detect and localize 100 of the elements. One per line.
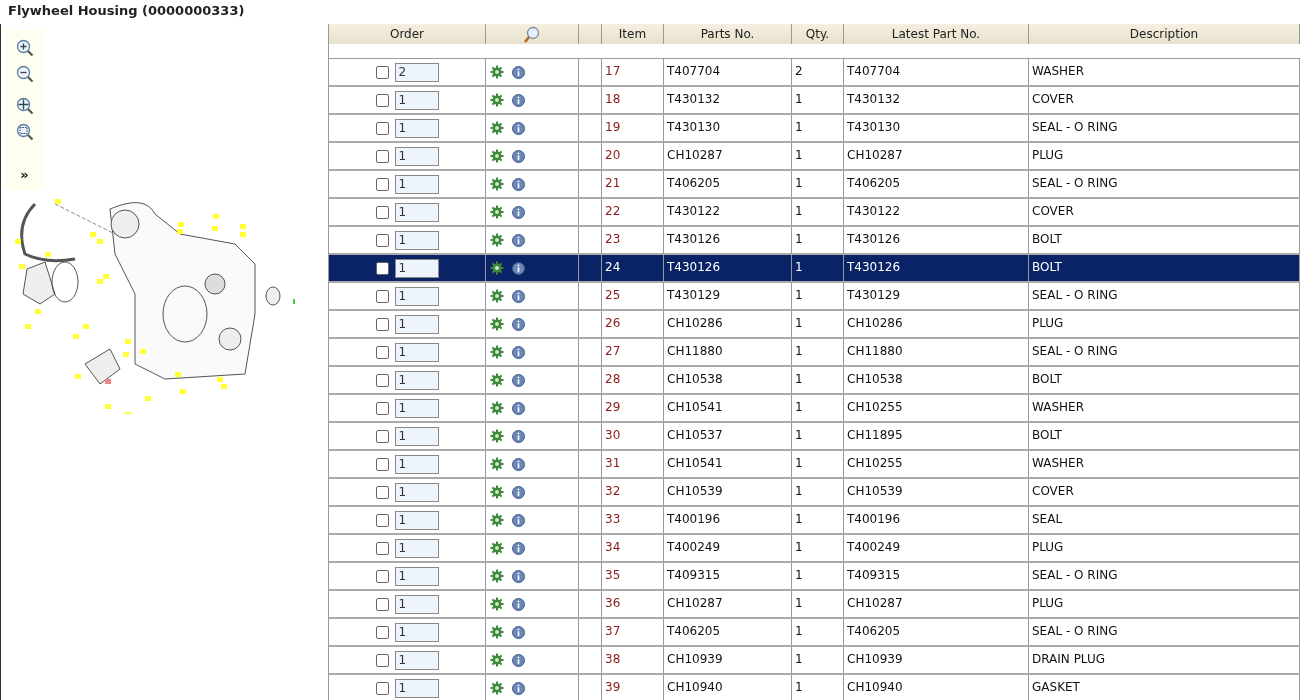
- info-icon[interactable]: [512, 597, 525, 611]
- pan-icon[interactable]: [14, 96, 35, 116]
- quantity-field[interactable]: 1: [394, 398, 439, 418]
- info-icon[interactable]: [512, 317, 525, 331]
- gear-icon[interactable]: [490, 261, 504, 275]
- info-icon[interactable]: [512, 289, 525, 303]
- gear-icon[interactable]: [490, 205, 504, 219]
- quantity-field[interactable]: 1: [394, 314, 439, 334]
- info-icon[interactable]: [512, 205, 525, 219]
- table-row[interactable]: 1 18 T430132 1 T430132 COVER: [329, 87, 1300, 115]
- gear-icon[interactable]: [490, 93, 504, 107]
- table-row[interactable]: 1 34 T400249 1 T400249 PLUG: [329, 535, 1300, 563]
- quantity-field[interactable]: 1: [394, 594, 439, 614]
- quantity-field[interactable]: 1: [394, 370, 439, 390]
- checkbox[interactable]: [375, 653, 389, 667]
- checkbox[interactable]: [375, 177, 389, 191]
- quantity-field[interactable]: 1: [394, 426, 439, 446]
- info-icon[interactable]: [512, 485, 525, 499]
- gear-icon[interactable]: [490, 513, 504, 527]
- checkbox[interactable]: [375, 513, 389, 527]
- table-row[interactable]: 1 32 CH10539 1 CH10539 COVER: [329, 479, 1300, 507]
- checkbox[interactable]: [375, 121, 389, 135]
- gear-icon[interactable]: [490, 233, 504, 247]
- info-icon[interactable]: [512, 373, 525, 387]
- gear-icon[interactable]: [490, 457, 504, 471]
- gear-icon[interactable]: [490, 597, 504, 611]
- table-row[interactable]: 1 31 CH10541 1 CH10255 WASHER: [329, 451, 1300, 479]
- column-header[interactable]: Item: [602, 24, 664, 44]
- checkbox[interactable]: [375, 597, 389, 611]
- info-icon[interactable]: [512, 233, 525, 247]
- quantity-field[interactable]: 1: [394, 90, 439, 110]
- checkbox[interactable]: [375, 373, 389, 387]
- checkbox[interactable]: [375, 93, 389, 107]
- checkbox[interactable]: [375, 541, 389, 555]
- gear-icon[interactable]: [490, 485, 504, 499]
- table-row[interactable]: 1 24 T430126 1 T430126 BOLT: [329, 255, 1300, 283]
- gear-icon[interactable]: [490, 625, 504, 639]
- table-row[interactable]: 1 39 CH10940 1 CH10940 GASKET: [329, 675, 1300, 700]
- table-row[interactable]: 1 28 CH10538 1 CH10538 BOLT: [329, 367, 1300, 395]
- gear-icon[interactable]: [490, 177, 504, 191]
- checkbox[interactable]: [375, 65, 389, 79]
- table-row[interactable]: 1 19 T430130 1 T430130 SEAL - O RING: [329, 115, 1300, 143]
- quantity-field[interactable]: 1: [394, 342, 439, 362]
- table-row[interactable]: 1 29 CH10541 1 CH10255 WASHER: [329, 395, 1300, 423]
- quantity-field[interactable]: 2: [394, 62, 439, 82]
- quantity-field[interactable]: 1: [394, 146, 439, 166]
- quantity-field[interactable]: 1: [394, 510, 439, 530]
- gear-icon[interactable]: [490, 317, 504, 331]
- info-icon[interactable]: [512, 457, 525, 471]
- info-icon[interactable]: [512, 541, 525, 555]
- info-icon[interactable]: [512, 401, 525, 415]
- quantity-field[interactable]: 1: [394, 454, 439, 474]
- quantity-field[interactable]: 1: [394, 202, 439, 222]
- gear-icon[interactable]: [490, 541, 504, 555]
- gear-icon[interactable]: [490, 569, 504, 583]
- gear-icon[interactable]: [490, 345, 504, 359]
- gear-icon[interactable]: [490, 681, 504, 695]
- checkbox[interactable]: [375, 345, 389, 359]
- zoom-in-icon[interactable]: [14, 38, 35, 58]
- column-header[interactable]: Qty.: [792, 24, 844, 44]
- table-row[interactable]: 1 22 T430122 1 T430122 COVER: [329, 199, 1300, 227]
- zoom-out-icon[interactable]: [14, 64, 35, 84]
- quantity-field[interactable]: 1: [394, 118, 439, 138]
- gear-icon[interactable]: [490, 149, 504, 163]
- gear-icon[interactable]: [490, 429, 504, 443]
- checkbox[interactable]: [375, 485, 389, 499]
- checkbox[interactable]: [375, 289, 389, 303]
- info-icon[interactable]: [512, 345, 525, 359]
- quantity-field[interactable]: 1: [394, 622, 439, 642]
- quantity-field[interactable]: 1: [394, 678, 439, 698]
- quantity-field[interactable]: 1: [394, 286, 439, 306]
- checkbox[interactable]: [375, 569, 389, 583]
- gear-icon[interactable]: [490, 289, 504, 303]
- info-icon[interactable]: [512, 513, 525, 527]
- info-icon[interactable]: [512, 149, 525, 163]
- quantity-field[interactable]: 1: [394, 258, 439, 278]
- table-row[interactable]: 1 27 CH11880 1 CH11880 SEAL - O RING: [329, 339, 1300, 367]
- zoom-window-icon[interactable]: [14, 122, 35, 142]
- info-icon[interactable]: [512, 121, 525, 135]
- checkbox[interactable]: [375, 401, 389, 415]
- info-icon[interactable]: [512, 261, 525, 275]
- checkbox[interactable]: [375, 457, 389, 471]
- info-icon[interactable]: [512, 65, 525, 79]
- checkbox[interactable]: [375, 149, 389, 163]
- checkbox[interactable]: [375, 205, 389, 219]
- gear-icon[interactable]: [490, 65, 504, 79]
- table-row[interactable]: 1 25 T430129 1 T430129 SEAL - O RING: [329, 283, 1300, 311]
- info-icon[interactable]: [512, 653, 525, 667]
- quantity-field[interactable]: 1: [394, 650, 439, 670]
- table-row[interactable]: 1 21 T406205 1 T406205 SEAL - O RING: [329, 171, 1300, 199]
- info-icon[interactable]: [512, 625, 525, 639]
- gear-icon[interactable]: [490, 653, 504, 667]
- checkbox[interactable]: [375, 681, 389, 695]
- checkbox[interactable]: [375, 317, 389, 331]
- table-row[interactable]: 1 33 T400196 1 T400196 SEAL: [329, 507, 1300, 535]
- gear-icon[interactable]: [490, 401, 504, 415]
- quantity-field[interactable]: 1: [394, 230, 439, 250]
- table-row[interactable]: 1 26 CH10286 1 CH10286 PLUG: [329, 311, 1300, 339]
- column-header[interactable]: Latest Part No.: [844, 24, 1029, 44]
- table-row[interactable]: 1 20 CH10287 1 CH10287 PLUG: [329, 143, 1300, 171]
